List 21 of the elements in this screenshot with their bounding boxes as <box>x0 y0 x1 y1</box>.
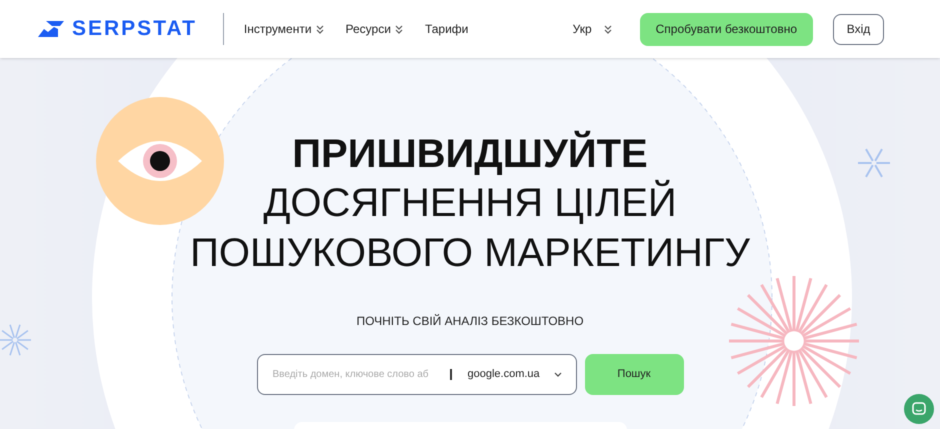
try-free-button[interactable]: Спробувати безкоштовно <box>640 12 813 46</box>
double-chevron-icon <box>604 24 612 34</box>
chevron-down-icon <box>554 372 562 377</box>
nav-link[interactable]: Ресурси <box>346 20 403 38</box>
hero-title-line: ДОСЯГНЕННЯ ЦІЛЕЙ <box>263 178 677 227</box>
logo-text: SERPSTAT <box>72 16 197 42</box>
hero-subtitle: ПОЧНІТЬ СВІЙ АНАЛІЗ БЕЗКОШТОВНО <box>356 313 584 330</box>
language-selector[interactable]: Укр <box>572 20 612 38</box>
login-button[interactable]: Вхід <box>833 14 884 44</box>
hero-title-line: ПОШУКОВОГО МАРКЕТИНГУ <box>190 230 750 277</box>
chat-icon <box>912 402 926 416</box>
search-field[interactable]: Введіть домен, ключове слово аб google.com.ua <box>256 354 576 395</box>
sparkle-icon <box>0 323 32 357</box>
hero-title-bold: ПРИШВИДШУЙТЕ <box>292 130 648 178</box>
sparkle-icon <box>857 146 891 180</box>
search-button[interactable]: Пошук <box>584 354 684 395</box>
nav-link[interactable]: Тарифи <box>424 20 468 38</box>
logo-icon <box>38 21 64 37</box>
nav-link[interactable]: Інструменти <box>244 20 324 38</box>
engine-selector[interactable]: google.com.ua <box>468 366 554 383</box>
chat-button[interactable] <box>904 394 934 424</box>
